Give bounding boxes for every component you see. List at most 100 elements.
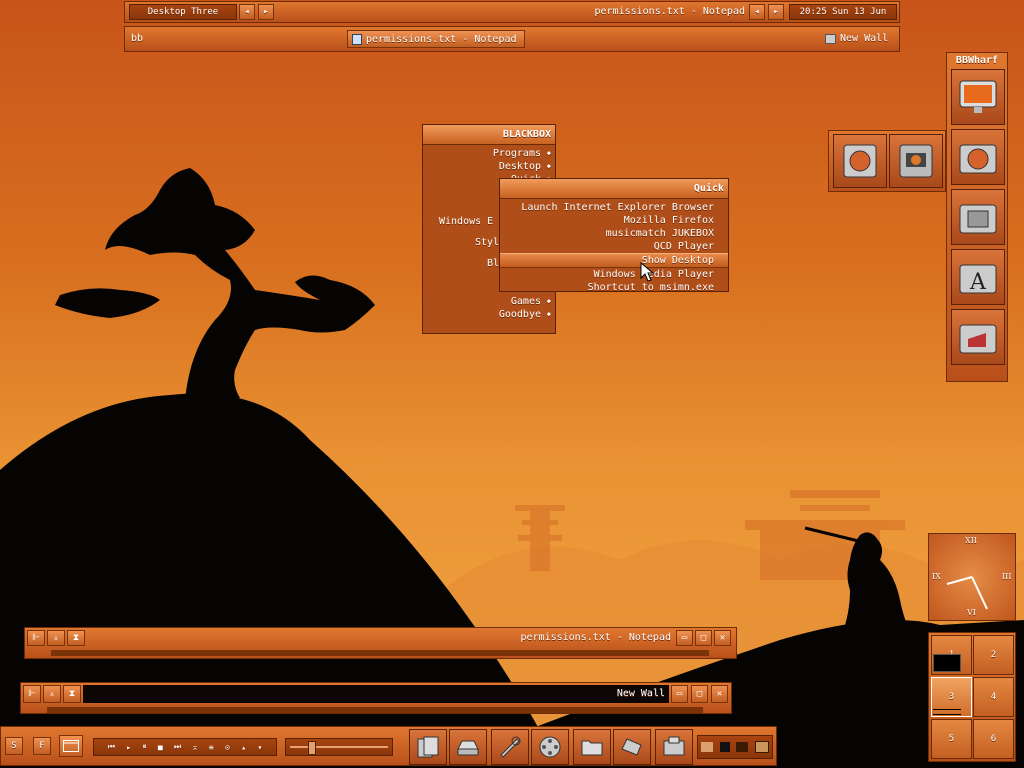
menu-item-label: Windows E xyxy=(439,216,494,227)
iconbar: bb permissions.txt - Notepad New Wall xyxy=(124,26,900,52)
window-list-icon[interactable] xyxy=(59,735,83,757)
menu-item-label: Games xyxy=(510,296,541,307)
media-safe-icon[interactable] xyxy=(889,134,943,188)
maximize-button[interactable]: □ xyxy=(691,685,708,703)
new-wall-window: ⊩ ▵ ⧗ New Wall ▭ □ ✕ xyxy=(20,682,732,714)
window-next-button[interactable]: ▸ xyxy=(768,4,784,20)
menu-item-programs[interactable]: Programs ◆ xyxy=(423,147,555,160)
monitor-icon[interactable] xyxy=(951,69,1005,125)
s-button[interactable]: S xyxy=(5,737,23,755)
pager-cell-label: 3 xyxy=(948,692,955,702)
pager-cell-6[interactable]: 6 xyxy=(973,719,1014,759)
quick-item-show-desktop[interactable]: Show Desktop xyxy=(500,253,728,268)
system-tray xyxy=(697,735,773,759)
active-task-button[interactable]: permissions.txt - Notepad xyxy=(347,30,525,48)
film-reel-icon[interactable] xyxy=(531,729,569,765)
bbwharf-title: BBWharf xyxy=(955,55,999,66)
music-folder-icon[interactable] xyxy=(951,309,1005,365)
workspace-next-button[interactable]: ▸ xyxy=(258,4,274,20)
task-new-wall[interactable]: New Wall xyxy=(825,33,888,44)
disk-icon[interactable] xyxy=(613,729,651,765)
menu-item-desktop[interactable]: Desktop ◆ xyxy=(423,160,555,173)
window-handle[interactable] xyxy=(51,650,709,656)
folder-icon[interactable] xyxy=(573,729,611,765)
menu-item-label: Goodbye xyxy=(498,309,541,320)
tools-icon[interactable] xyxy=(491,729,529,765)
window-title-label[interactable]: permissions.txt - Notepad xyxy=(565,6,745,17)
notepad-window: ⊩ ▵ ⧗ permissions.txt - Notepad ▭ □ ✕ xyxy=(24,627,737,659)
f-button[interactable]: F xyxy=(33,737,51,755)
active-task-label: permissions.txt - Notepad xyxy=(366,33,517,45)
stick-button[interactable]: ⧗ xyxy=(63,685,81,703)
quick-item-ie[interactable]: Launch Internet Explorer Browser xyxy=(500,201,728,214)
firefox-folder-icon[interactable] xyxy=(951,129,1005,185)
minimize-button[interactable]: ▭ xyxy=(671,685,688,703)
shade-button[interactable]: ▵ xyxy=(43,685,61,703)
volume-slider[interactable] xyxy=(285,738,393,756)
cabinet-icon[interactable] xyxy=(655,729,693,765)
volume-track xyxy=(290,746,388,748)
menu-item-label: Programs xyxy=(492,148,541,159)
stick-button[interactable]: ⧗ xyxy=(67,630,85,646)
media-stop-button[interactable]: ■ xyxy=(158,743,163,752)
clock-label[interactable]: 20:25 Sun 13 Jun xyxy=(789,4,897,20)
submenu-arrow-icon: ◆ xyxy=(546,297,551,305)
workspace-prev-button[interactable]: ◂ xyxy=(239,4,255,20)
media-prev-button[interactable]: ⏮ xyxy=(108,742,115,752)
window-menu-button[interactable]: ⊩ xyxy=(23,685,41,703)
bb-label[interactable]: bb xyxy=(131,33,143,44)
media-play-button[interactable]: ▸ xyxy=(126,743,131,752)
new-wall-window-title[interactable]: New Wall xyxy=(451,688,665,699)
pager-window-thumb[interactable] xyxy=(933,654,961,672)
pager-cell-label: 2 xyxy=(990,650,997,660)
media-eject-button[interactable]: ⌅ xyxy=(193,743,198,752)
tray-horse-icon[interactable] xyxy=(736,742,749,752)
minimize-button[interactable]: ▭ xyxy=(676,630,693,646)
tray-square-icon[interactable] xyxy=(719,742,730,752)
quick-item-msimn[interactable]: Shortcut to msimn.exe xyxy=(500,281,728,294)
pager-cell-5[interactable]: 5 xyxy=(931,719,972,759)
mouse-cursor-icon xyxy=(640,262,655,282)
task-new-wall-label: New Wall xyxy=(840,33,889,44)
quick-item-wmp[interactable]: Windows Media Player xyxy=(500,268,728,281)
media-pause-button[interactable]: ⏸ xyxy=(142,742,146,752)
workspace-label[interactable]: Desktop Three xyxy=(129,4,237,20)
quick-item-musicmatch[interactable]: musicmatch JUKEBOX xyxy=(500,227,728,240)
pager-cell-4[interactable]: 4 xyxy=(973,677,1014,717)
media-volume-up-button[interactable]: ▴ xyxy=(241,743,246,752)
shade-button[interactable]: ▵ xyxy=(47,630,65,646)
submenu-arrow-icon: ◆ xyxy=(546,149,551,157)
volume-thumb[interactable] xyxy=(308,741,317,755)
tray-boat-icon[interactable] xyxy=(701,742,714,752)
media-playlist-button[interactable]: ≡ xyxy=(209,743,214,752)
media-options-button[interactable]: ⊙ xyxy=(225,743,230,752)
menu-item-goodbye[interactable]: Goodbye ◆ xyxy=(423,308,555,321)
window-handle[interactable] xyxy=(47,707,703,713)
close-button[interactable]: ✕ xyxy=(711,685,728,703)
toolbar: Desktop Three ◂ ▸ permissions.txt - Note… xyxy=(124,1,900,23)
maximize-button[interactable]: □ xyxy=(695,630,712,646)
notepad-icon xyxy=(352,33,362,45)
media-next-button[interactable]: ⏭ xyxy=(174,742,181,752)
window-menu-button[interactable]: ⊩ xyxy=(27,630,45,646)
quick-item-qcd[interactable]: QCD Player xyxy=(500,240,728,253)
drive-icon[interactable] xyxy=(449,729,487,765)
quick-menu-title: Quick xyxy=(500,179,728,199)
documents-icon[interactable] xyxy=(409,729,447,765)
tray-grid-icon[interactable] xyxy=(754,741,769,753)
apps-folder-icon[interactable] xyxy=(951,189,1005,245)
firefox-safe-icon[interactable] xyxy=(833,134,887,188)
close-button[interactable]: ✕ xyxy=(714,630,731,646)
quick-item-firefox[interactable]: Mozilla Firefox xyxy=(500,214,728,227)
pager-cell-2[interactable]: 2 xyxy=(973,635,1014,675)
window-prev-button[interactable]: ◂ xyxy=(749,4,765,20)
menu-item-games[interactable]: Games ◆ xyxy=(423,295,555,308)
menu-item-label: Styl xyxy=(475,237,500,248)
pager-window-thumb[interactable] xyxy=(933,709,961,715)
menu-item-label: Desktop xyxy=(498,161,541,172)
notepad-window-title[interactable]: permissions.txt - Notepad xyxy=(385,632,671,643)
media-volume-down-button[interactable]: ▾ xyxy=(257,743,262,752)
bottom-taskbar: S F ⏮ ▸ ⏸ ■ ⏭ ⌅ ≡ ⊙ ▴ ▾ xyxy=(0,726,777,766)
fonts-folder-icon[interactable]: A xyxy=(951,249,1005,305)
analog-clock: XII III VI IX xyxy=(928,533,1016,621)
